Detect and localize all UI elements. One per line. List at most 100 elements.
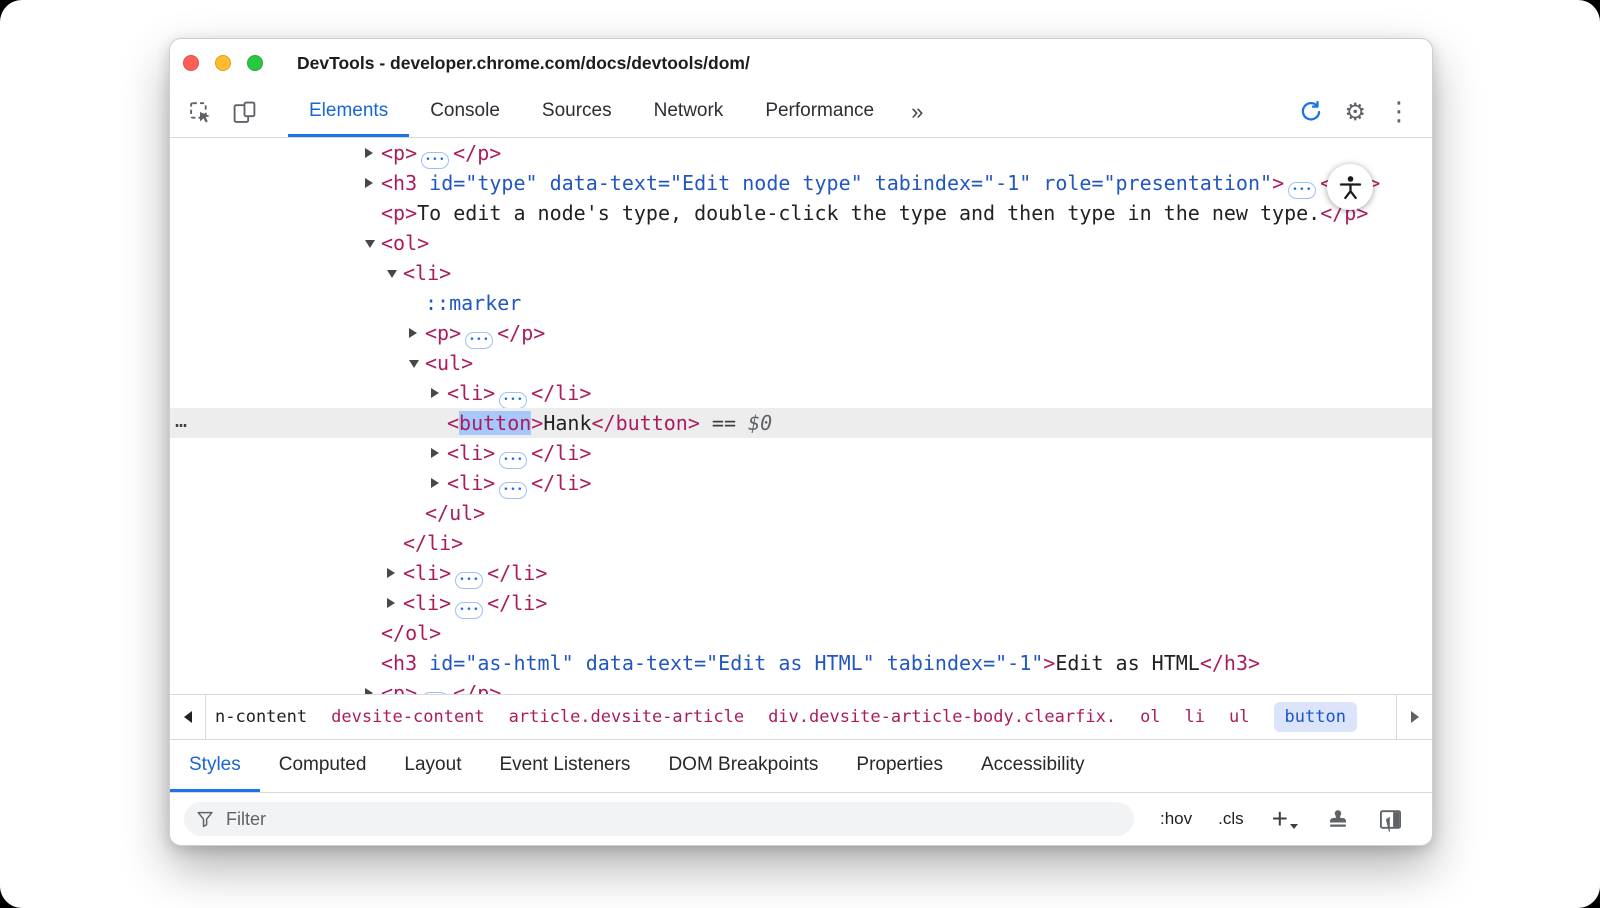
code-token-tag: > bbox=[1272, 171, 1284, 195]
collapse-arrow-icon[interactable] bbox=[365, 240, 375, 248]
tab-performance[interactable]: Performance bbox=[744, 87, 895, 137]
toggle-sidebar-icon[interactable] bbox=[1378, 807, 1403, 832]
tab-computed[interactable]: Computed bbox=[260, 740, 386, 792]
dom-tree-row[interactable]: <li>•••</li> bbox=[170, 468, 1432, 498]
tab-dom-breakpoints[interactable]: DOM Breakpoints bbox=[649, 740, 837, 792]
new-style-rule-button[interactable]: + bbox=[1272, 808, 1298, 830]
ellipsis-expand-button[interactable]: ••• bbox=[1288, 182, 1316, 199]
tab-properties[interactable]: Properties bbox=[837, 740, 962, 792]
tab-elements[interactable]: Elements bbox=[288, 87, 409, 137]
inspect-element-icon[interactable] bbox=[186, 98, 214, 126]
dom-tree-row[interactable]: <li>•••</li> bbox=[170, 588, 1432, 618]
breadcrumb-scroll-right-button[interactable] bbox=[1396, 695, 1432, 739]
breadcrumb-item[interactable]: devsite-content bbox=[331, 707, 485, 727]
code-token-tag: < bbox=[447, 411, 459, 435]
dom-tree-row[interactable]: </li> bbox=[170, 528, 1432, 558]
tab-accessibility[interactable]: Accessibility bbox=[962, 740, 1103, 792]
tab-event-listeners[interactable]: Event Listeners bbox=[480, 740, 649, 792]
element-classes-button[interactable]: .cls bbox=[1218, 809, 1244, 829]
zoom-window-button[interactable] bbox=[247, 55, 263, 71]
code-token-tag: </ol> bbox=[381, 621, 441, 645]
expand-arrow-icon[interactable] bbox=[431, 448, 439, 458]
breadcrumb-item[interactable]: div.devsite-article-body.clearfix. bbox=[768, 707, 1116, 727]
breadcrumb-item-selected[interactable]: button bbox=[1274, 702, 1357, 732]
tab-network[interactable]: Network bbox=[633, 87, 745, 137]
styles-filter-field[interactable] bbox=[184, 802, 1134, 836]
sync-icon[interactable] bbox=[1298, 99, 1324, 125]
breadcrumb-bar: n-content devsite-content article.devsite-… bbox=[170, 694, 1432, 739]
toolbar-right-cluster: ⚙ ⋮ bbox=[1298, 99, 1432, 125]
expand-arrow-icon[interactable] bbox=[431, 388, 439, 398]
collapse-arrow-icon[interactable] bbox=[387, 270, 397, 278]
tab-styles[interactable]: Styles bbox=[170, 740, 260, 792]
dom-tree-row[interactable]: <li>•••</li> bbox=[170, 438, 1432, 468]
expand-arrow-icon[interactable] bbox=[387, 568, 395, 578]
expand-arrow-icon[interactable] bbox=[365, 178, 373, 188]
person-icon bbox=[1337, 174, 1364, 201]
dom-tree-row[interactable]: </ol> bbox=[170, 618, 1432, 648]
breadcrumb-item[interactable]: article.devsite-article bbox=[509, 707, 744, 727]
dom-tree-row[interactable]: <p>To edit a node's type, double-click t… bbox=[170, 198, 1432, 228]
ellipsis-expand-button[interactable]: ••• bbox=[455, 602, 483, 619]
collapse-arrow-icon[interactable] bbox=[409, 360, 419, 368]
dom-tree-row-selected[interactable]: …<button>Hank</button> == $0 bbox=[170, 408, 1432, 438]
expand-arrow-icon[interactable] bbox=[365, 148, 373, 158]
stamp-icon[interactable] bbox=[1326, 807, 1350, 831]
dom-tree-row[interactable]: <h3 id="type" data-text="Edit node type"… bbox=[170, 168, 1432, 198]
breadcrumb-item[interactable]: ol bbox=[1140, 707, 1160, 727]
code-token-attr: data-text="Edit node type" bbox=[538, 171, 863, 195]
tab-sources[interactable]: Sources bbox=[521, 87, 633, 137]
code-token-tag: <li> bbox=[403, 591, 451, 615]
breadcrumbs: n-content devsite-content article.devsite-… bbox=[206, 695, 1396, 739]
close-window-button[interactable] bbox=[183, 55, 199, 71]
ellipsis-expand-button[interactable]: ••• bbox=[465, 332, 493, 349]
breadcrumb-scroll-left-button[interactable] bbox=[170, 695, 206, 739]
ellipsis-expand-button[interactable]: ••• bbox=[421, 152, 449, 169]
dom-tree-row[interactable]: <p>•••</p> bbox=[170, 678, 1432, 694]
code-token-tag: </button> bbox=[592, 411, 700, 435]
dom-tree-row[interactable]: <h3 id="as-html" data-text="Edit as HTML… bbox=[170, 648, 1432, 678]
row-actions-ellipsis[interactable]: … bbox=[175, 405, 188, 435]
expand-arrow-icon[interactable] bbox=[365, 688, 373, 694]
breadcrumb-item[interactable]: n-content bbox=[215, 707, 307, 727]
device-toolbar-icon[interactable] bbox=[230, 98, 258, 126]
tab-layout[interactable]: Layout bbox=[385, 740, 480, 792]
chevron-right-icon bbox=[1411, 711, 1419, 723]
main-toolbar: ElementsConsoleSourcesNetworkPerformance… bbox=[170, 87, 1432, 138]
dom-tree-row[interactable]: <ol> bbox=[170, 228, 1432, 258]
code-token-eq: == bbox=[700, 411, 748, 435]
dom-tree-row[interactable]: <li> bbox=[170, 258, 1432, 288]
code-token-attr: id="as-html" bbox=[417, 651, 574, 675]
dom-tree-row[interactable]: <li>•••</li> bbox=[170, 378, 1432, 408]
tab-console[interactable]: Console bbox=[409, 87, 521, 137]
code-token-tag: <li> bbox=[403, 261, 451, 285]
window-title: DevTools - developer.chrome.com/docs/dev… bbox=[297, 53, 750, 74]
dom-tree-row[interactable]: </ul> bbox=[170, 498, 1432, 528]
toggle-element-state-button[interactable]: :hov bbox=[1160, 809, 1192, 829]
dom-tree-row[interactable]: <p>•••</p> bbox=[170, 138, 1432, 168]
ellipsis-expand-button[interactable]: ••• bbox=[499, 392, 527, 409]
ellipsis-expand-button[interactable]: ••• bbox=[499, 482, 527, 499]
expand-arrow-icon[interactable] bbox=[387, 598, 395, 608]
more-tabs-button[interactable]: » bbox=[901, 99, 933, 125]
ellipsis-expand-button[interactable]: ••• bbox=[455, 572, 483, 589]
kebab-menu-icon[interactable]: ⋮ bbox=[1386, 99, 1412, 125]
breadcrumb-item[interactable]: ul bbox=[1229, 707, 1249, 727]
ellipsis-expand-button[interactable]: ••• bbox=[421, 692, 449, 694]
minimize-window-button[interactable] bbox=[215, 55, 231, 71]
breadcrumb-item[interactable]: li bbox=[1185, 707, 1205, 727]
code-token-attr: tabindex="-1" bbox=[875, 651, 1044, 675]
settings-gear-icon[interactable]: ⚙ bbox=[1344, 100, 1366, 124]
dom-tree-row[interactable]: <li>•••</li> bbox=[170, 558, 1432, 588]
filter-input[interactable] bbox=[224, 808, 1122, 831]
code-token-tag: </ul> bbox=[425, 501, 485, 525]
code-token-attr: role="presentation" bbox=[1031, 171, 1272, 195]
dom-tree-row[interactable]: <ul> bbox=[170, 348, 1432, 378]
dom-tree-row[interactable]: ::marker bbox=[170, 288, 1432, 318]
dom-tree-row[interactable]: <p>•••</p> bbox=[170, 318, 1432, 348]
expand-arrow-icon[interactable] bbox=[431, 478, 439, 488]
title-bar: DevTools - developer.chrome.com/docs/dev… bbox=[170, 39, 1432, 87]
ellipsis-expand-button[interactable]: ••• bbox=[499, 452, 527, 469]
code-token-tag: </p> bbox=[497, 321, 545, 345]
expand-arrow-icon[interactable] bbox=[409, 328, 417, 338]
